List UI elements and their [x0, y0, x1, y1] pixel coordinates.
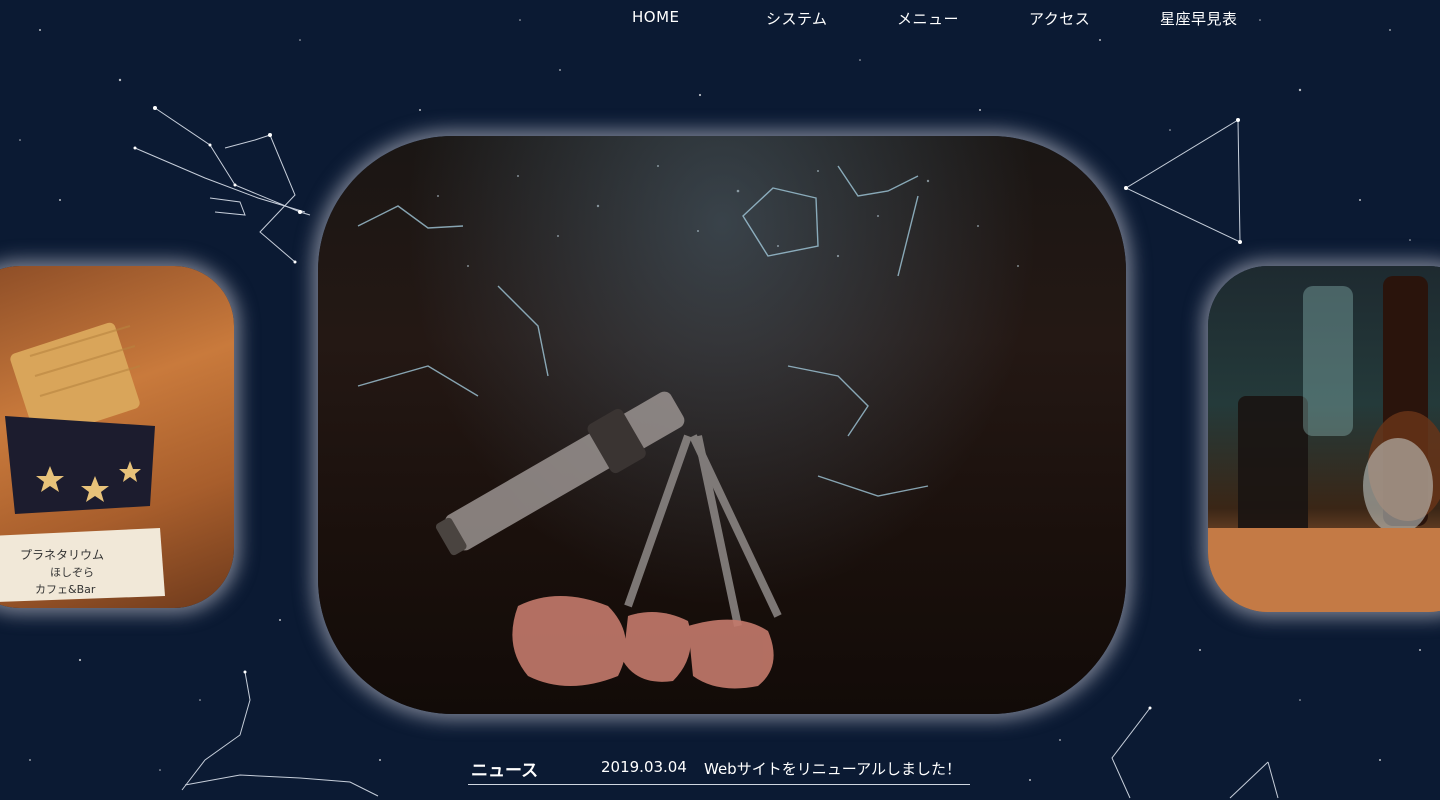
- bottles-photo: [1208, 276, 1440, 612]
- news-date: 2019.03.04: [601, 758, 687, 776]
- crackers-photo: プラネタリウム ほしぞら カフェ&Bar: [0, 322, 165, 602]
- slide-photo-left[interactable]: プラネタリウム ほしぞら カフェ&Bar: [0, 266, 234, 608]
- handwritten-sign: プラネタリウム: [20, 548, 104, 562]
- nav-system-link[interactable]: システム: [766, 8, 828, 29]
- news-item-link[interactable]: Webサイトをリニューアルしました！: [704, 758, 961, 779]
- nav-menu-link[interactable]: メニュー: [897, 8, 959, 29]
- main-navigation: HOME システム メニュー アクセス 星座早見表: [0, 8, 1440, 36]
- nav-home-link[interactable]: HOME: [632, 8, 680, 26]
- news-heading: ニュース: [471, 761, 539, 781]
- news-bar: ニュース 2019.03.04 Webサイトをリニューアルしました！: [468, 752, 970, 785]
- telescope-photo: [357, 165, 1019, 689]
- svg-text:ほしぞら: ほしぞら: [50, 566, 94, 579]
- nav-star-chart-link[interactable]: 星座早見表: [1160, 8, 1238, 29]
- slide-photo-right[interactable]: [1208, 266, 1440, 612]
- svg-text:カフェ&Bar: カフェ&Bar: [35, 583, 96, 596]
- nav-access-link[interactable]: アクセス: [1029, 8, 1090, 29]
- slide-photo-main[interactable]: [318, 136, 1126, 714]
